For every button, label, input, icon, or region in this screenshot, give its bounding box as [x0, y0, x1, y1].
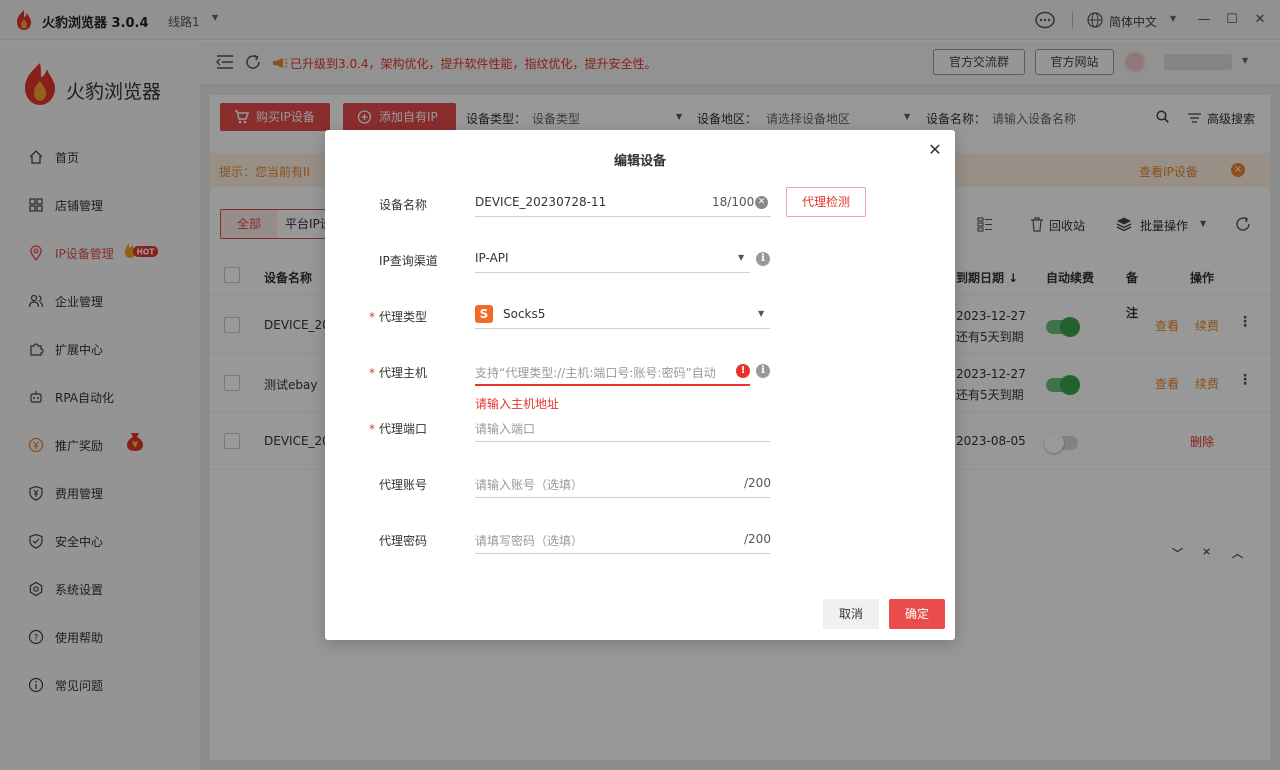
device-name-value: DEVICE_20230728-11 — [475, 195, 607, 209]
info-icon[interactable]: i — [756, 364, 770, 378]
confirm-button[interactable]: 确定 — [889, 599, 945, 629]
proxy-host-field-label: 代理主机 — [379, 366, 428, 380]
proxy-type-select[interactable]: S Socks5 ▼ — [475, 299, 770, 329]
edit-device-dialog: 编辑设备 ✕ 设备名称 DEVICE_20230728-11 18/100 ✕ … — [325, 130, 955, 640]
proxy-password-input[interactable]: 请填写密码（选填） /200 — [475, 524, 771, 554]
device-name-field[interactable]: DEVICE_20230728-11 18/100 ✕ — [475, 187, 771, 217]
proxy-password-placeholder: 请填写密码（选填） — [475, 534, 584, 548]
app-window: 火豹浏览器 3.0.4 线路1 ▼ 简体中文 ▼ — ☐ ✕ 火豹浏览器 首页 — [0, 0, 1280, 770]
ip-channel-select[interactable]: IP-API ▼ — [475, 243, 750, 273]
ip-channel-value: IP-API — [475, 251, 509, 265]
error-icon: ! — [736, 364, 750, 378]
close-icon[interactable]: ✕ — [927, 142, 943, 158]
proxy-check-button[interactable]: 代理检测 — [786, 187, 866, 217]
device-name-counter: 18/100 — [712, 195, 755, 209]
proxy-type-field-label: 代理类型 — [379, 310, 428, 324]
proxy-password-field-label: 代理密码 — [379, 534, 428, 548]
proxy-account-placeholder: 请输入账号（选填） — [475, 478, 584, 492]
proxy-account-field-label: 代理账号 — [379, 478, 428, 492]
proxy-port-field-label: 代理端口 — [379, 422, 428, 436]
chevron-down-icon[interactable]: ▼ — [738, 253, 744, 262]
proxy-type-value: Socks5 — [503, 307, 546, 321]
info-icon[interactable]: i — [756, 252, 770, 266]
proxy-host-input[interactable]: 支持“代理类型://主机:端口号:账号:密码”自动 ! — [475, 356, 750, 386]
proxy-port-input[interactable]: 请输入端口 — [475, 412, 770, 442]
proxy-account-input[interactable]: 请输入账号（选填） /200 — [475, 468, 771, 498]
required-mark: * — [369, 366, 375, 380]
cancel-button[interactable]: 取消 — [823, 599, 879, 629]
proxy-port-placeholder: 请输入端口 — [475, 422, 536, 436]
proxy-host-placeholder: 支持“代理类型://主机:端口号:账号:密码”自动 — [475, 366, 716, 380]
socks-icon: S — [475, 305, 493, 323]
dialog-title: 编辑设备 — [613, 154, 666, 169]
required-mark: * — [369, 422, 375, 436]
proxy-host-error: 请输入主机地址 — [475, 397, 560, 411]
proxy-password-counter: /200 — [744, 532, 771, 546]
clear-icon[interactable]: ✕ — [755, 196, 768, 209]
ip-channel-field-label: IP查询渠道 — [379, 254, 438, 268]
proxy-account-counter: /200 — [744, 476, 771, 490]
chevron-down-icon[interactable]: ▼ — [758, 309, 764, 318]
device-name-field-label: 设备名称 — [379, 198, 428, 212]
required-mark: * — [369, 310, 375, 324]
